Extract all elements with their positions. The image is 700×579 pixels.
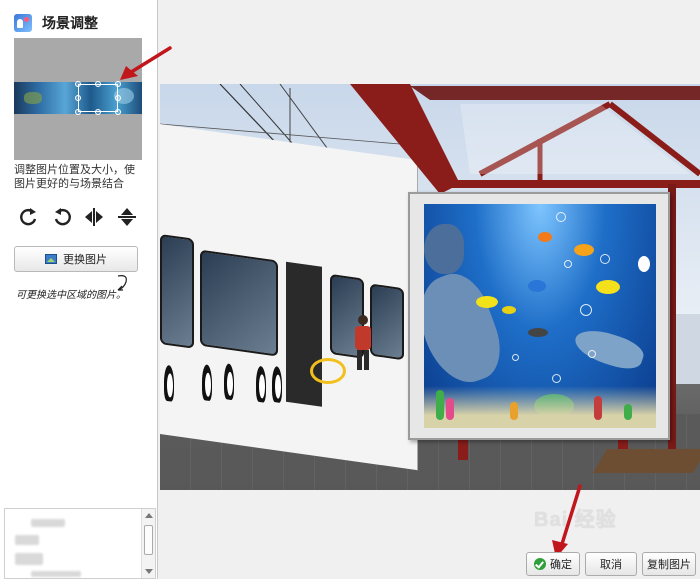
scene-app-icon [14, 14, 32, 32]
list-item[interactable] [31, 571, 81, 577]
resize-handle[interactable] [75, 81, 81, 87]
check-icon [534, 558, 546, 570]
resize-handle[interactable] [95, 81, 101, 87]
coral-graphic [510, 402, 518, 420]
billboard-frame[interactable] [408, 192, 670, 440]
person-figure [355, 315, 371, 370]
scene-list[interactable] [4, 508, 156, 579]
bubble-graphic [588, 350, 596, 358]
rotate-left-icon[interactable] [18, 206, 40, 228]
fish-graphic [476, 296, 498, 308]
fish-graphic [528, 328, 548, 337]
dialog-buttons: 确定 取消 复制图片 [526, 552, 696, 576]
sea-floor [424, 386, 656, 428]
resize-handle[interactable] [95, 109, 101, 115]
change-image-label: 更换图片 [63, 254, 107, 266]
annotation-arrow-icon [552, 484, 582, 558]
scroll-thumb[interactable] [144, 525, 153, 555]
rotate-right-icon[interactable] [51, 206, 73, 228]
panel-header: 场景调整 [14, 12, 98, 34]
coral-graphic [594, 396, 602, 420]
dolphin-graphic [424, 265, 511, 393]
ocean-poster-image[interactable] [424, 204, 656, 428]
resize-handle[interactable] [115, 95, 121, 101]
list-item[interactable] [15, 553, 43, 565]
cancel-button[interactable]: 取消 [585, 552, 637, 576]
transform-toolbar [18, 206, 138, 232]
left-panel: 场景调整 调整图片位置及大小，使图片更好的与场景结合 更换图片 可更换选中区域的… [0, 0, 172, 579]
bubble-graphic [512, 354, 519, 361]
fish-graphic [596, 280, 620, 294]
ok-button[interactable]: 确定 [526, 552, 580, 576]
fish-graphic [638, 256, 650, 272]
list-item[interactable] [31, 519, 65, 527]
hint-text: 调整图片位置及大小，使图片更好的与场景结合 [14, 164, 135, 190]
scene-canvas[interactable] [160, 84, 700, 490]
copy-image-button[interactable]: 复制图片 [642, 552, 696, 576]
fish-graphic [538, 232, 552, 242]
resize-handle[interactable] [75, 95, 81, 101]
tram-door [286, 261, 322, 407]
copy-image-label: 复制图片 [647, 559, 691, 571]
coral-graphic [624, 404, 632, 420]
tram-window [160, 234, 194, 349]
bench [593, 449, 700, 473]
penguin-graphic [256, 365, 266, 403]
coral-graphic [436, 390, 444, 420]
scroll-down-icon[interactable] [145, 569, 153, 574]
ok-label: 确定 [550, 559, 572, 571]
bubble-graphic [556, 212, 566, 222]
resize-handle[interactable] [115, 109, 121, 115]
scene-editor-window: 场景调整 调整图片位置及大小，使图片更好的与场景结合 更换图片 可更换选中区域的… [0, 0, 700, 579]
tram-window [200, 249, 278, 357]
picture-icon [45, 254, 57, 264]
cancel-label: 取消 [600, 559, 622, 571]
highlight-ring [310, 358, 346, 384]
list-item[interactable] [15, 535, 39, 545]
penguin-graphic [164, 364, 174, 402]
handwritten-note: 可更换选中区域的图片。 [16, 290, 126, 301]
bubble-graphic [564, 260, 572, 268]
dolphin-graphic [571, 323, 647, 375]
crop-selection-frame[interactable] [75, 81, 121, 115]
penguin-graphic [202, 363, 212, 402]
resize-handle[interactable] [75, 109, 81, 115]
flip-vertical-icon[interactable] [116, 206, 138, 228]
vertical-scrollbar[interactable] [141, 509, 155, 578]
fish-graphic [574, 244, 594, 256]
change-image-button[interactable]: 更换图片 [14, 246, 138, 272]
fish-graphic [502, 306, 516, 314]
fish-graphic [528, 280, 546, 292]
bubble-graphic [580, 304, 592, 316]
bubble-graphic [600, 254, 610, 264]
flip-horizontal-icon[interactable] [83, 206, 105, 228]
annotation-arrow-icon [120, 46, 172, 80]
scroll-up-icon[interactable] [145, 513, 153, 518]
bubble-graphic [552, 374, 561, 383]
tram-window [370, 283, 404, 361]
penguin-graphic [272, 365, 282, 404]
panel-title: 场景调整 [42, 15, 98, 31]
dolphin-graphic [424, 224, 464, 274]
bus-shelter-roof [350, 84, 700, 194]
coral-graphic [446, 398, 454, 420]
penguin-graphic [224, 362, 234, 401]
